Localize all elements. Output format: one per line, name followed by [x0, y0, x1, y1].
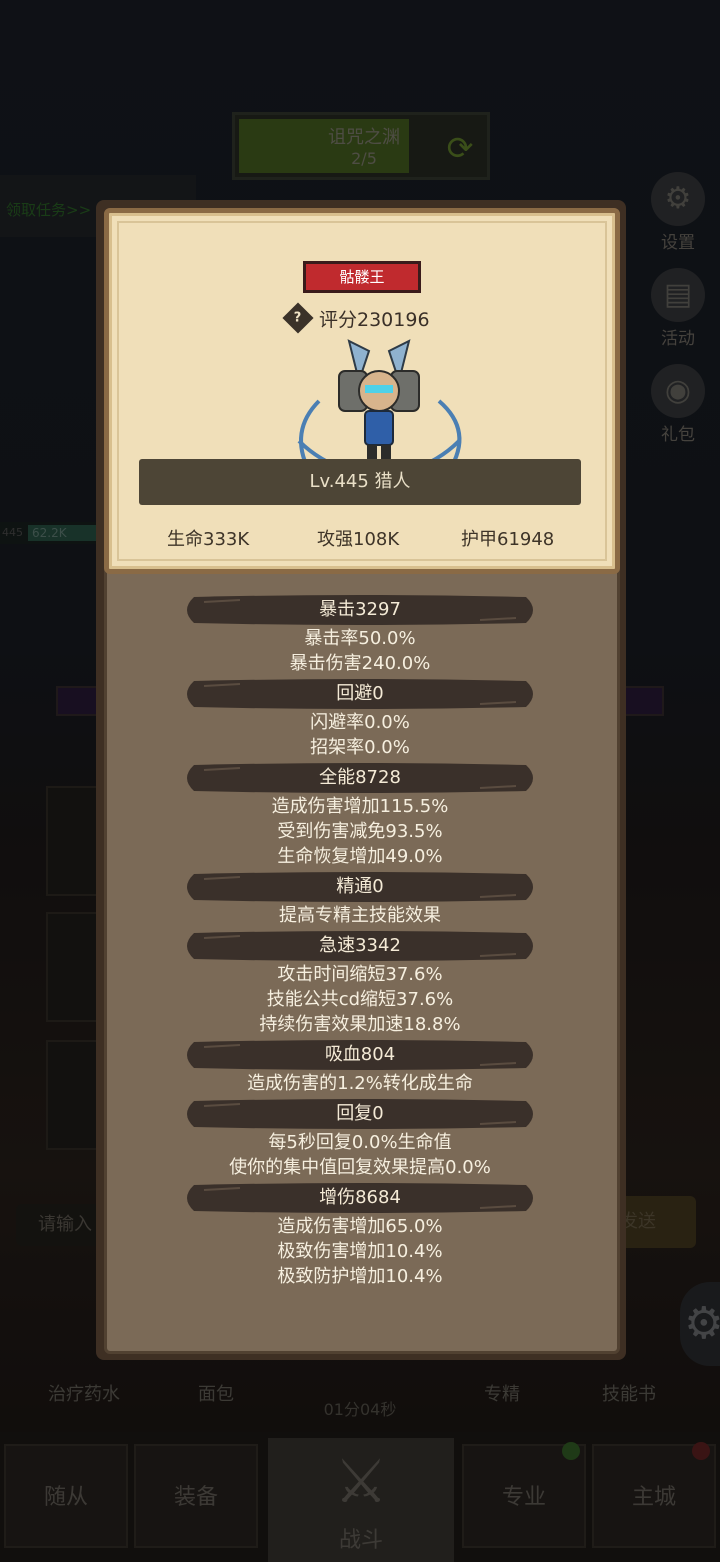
- stat-header-label: 暴击3297: [319, 599, 401, 620]
- stat-header: 精通0: [180, 871, 540, 903]
- stat-detail: 受到伤害减免93.5%: [277, 821, 443, 842]
- stat-header: 吸血804: [180, 1039, 540, 1071]
- stat-detail: 造成伤害增加115.5%: [271, 796, 449, 817]
- stat-detail: 提高专精主技能效果: [279, 905, 441, 926]
- stat-armor: 护甲61948: [461, 529, 555, 550]
- stat-detail: 暴击率50.0%: [304, 628, 416, 649]
- stat-header-label: 全能8728: [319, 767, 401, 788]
- stat-header: 回避0: [180, 678, 540, 710]
- stat-detail: 攻击时间缩短37.6%: [277, 964, 443, 985]
- hero-name: 骷髅王: [303, 261, 421, 293]
- stat-detail: 极致伤害增加10.4%: [277, 1241, 443, 1262]
- stat-attack: 攻强108K: [317, 529, 400, 550]
- stat-hp: 生命333K: [167, 529, 250, 550]
- stat-detail: 技能公共cd缩短37.6%: [266, 989, 454, 1010]
- hero-level-class: Lv.445 猎人: [139, 459, 581, 505]
- hero-sprite: [297, 339, 462, 473]
- hero-card: 骷髅王 ? 评分230196 Lv.445 猎人 生命333K 攻强108K 护…: [104, 208, 620, 574]
- stat-header-label: 吸血804: [324, 1044, 396, 1065]
- stat-header: 全能8728: [180, 762, 540, 794]
- stat-detail: 造成伤害的1.2%转化成生命: [247, 1073, 473, 1094]
- core-stats: 生命333K 攻强108K 护甲61948: [109, 525, 615, 555]
- stat-detail: 极致防护增加10.4%: [277, 1266, 443, 1287]
- stat-detail: 使你的集中值回复效果提高0.0%: [229, 1157, 491, 1178]
- stat-header-label: 精通0: [336, 876, 384, 897]
- stat-header-label: 回复0: [336, 1103, 384, 1124]
- stat-header: 暴击3297: [180, 594, 540, 626]
- stat-detail: 生命恢复增加49.0%: [277, 846, 443, 867]
- stat-detail: 闪避率0.0%: [310, 712, 410, 733]
- stat-detail: 每5秒回复0.0%生命值: [268, 1132, 452, 1153]
- stat-header-label: 增伤8684: [319, 1187, 401, 1208]
- stat-header-label: 急速3342: [319, 935, 401, 956]
- stat-header: 急速3342: [180, 930, 540, 962]
- stat-detail: 造成伤害增加65.0%: [277, 1216, 443, 1237]
- stat-header-label: 回避0: [336, 683, 384, 704]
- stat-detail: 持续伤害效果加速18.8%: [259, 1014, 461, 1035]
- stat-header: 回复0: [180, 1098, 540, 1130]
- stat-header: 增伤8684: [180, 1182, 540, 1214]
- stat-detail: 暴击伤害240.0%: [289, 653, 431, 674]
- stat-detail: 招架率0.0%: [310, 737, 410, 758]
